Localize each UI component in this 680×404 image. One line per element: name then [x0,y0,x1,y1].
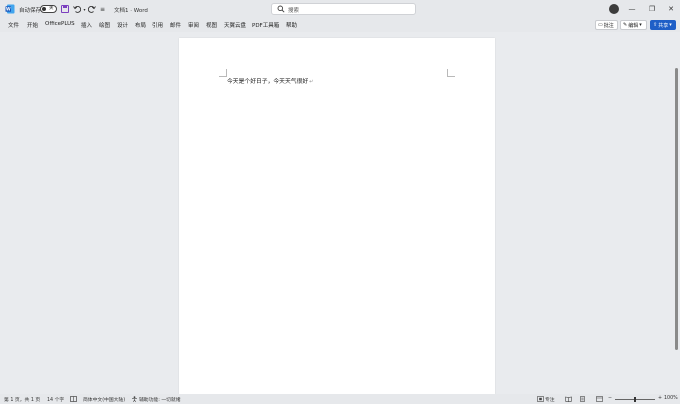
tab-layout[interactable]: 布局 [135,21,146,29]
vertical-scrollbar[interactable] [675,68,678,350]
tab-pdf-toolbox[interactable]: PDF工具箱 [252,21,279,29]
autosave-label: 自动保存 [19,8,42,14]
zoom-in-button[interactable]: + [658,396,662,401]
tab-home[interactable]: 开始 [27,21,38,29]
toggle-knob [42,7,46,11]
share-icon: ⇪ [653,22,658,28]
print-layout-icon[interactable] [579,396,586,402]
save-icon[interactable] [60,4,69,14]
language-status[interactable]: 简体中文(中国大陆) [83,396,125,403]
tab-references[interactable]: 引用 [152,21,163,29]
title-bar: W 自动保存 关 ▾ ≡ 文档1 · Word 搜索 — ❐ ✕ [0,0,680,18]
paragraph-mark: ↵ [309,79,314,85]
search-icon [277,5,285,13]
autosave-toggle[interactable]: 关 [40,5,57,13]
margin-corner-top-right [447,69,455,77]
margin-corner-top-left [219,69,227,77]
comments-label: 批注 [603,22,614,29]
document-title: 文档1 · Word [114,8,148,14]
document-body-text[interactable]: 今天是个好日子，今天天气很好↵ [227,76,313,85]
zoom-level[interactable]: 100% [664,396,678,401]
restore-button[interactable]: ❐ [645,3,659,15]
share-label: 共享 [658,22,669,29]
proofing-icon[interactable] [70,396,77,402]
chevron-down-icon: ▾ [639,22,642,28]
share-button[interactable]: ⇪ 共享 ▾ [650,20,676,30]
tab-insert[interactable]: 插入 [81,21,92,29]
autosave-state: 关 [49,6,54,11]
tab-design[interactable]: 设计 [117,21,128,29]
accessibility-status[interactable]: 辅助功能: 一切就绪 [139,396,181,403]
ribbon-tabs: 文件 开始 OfficePLUS 插入 绘图 设计 布局 引用 邮件 审阅 视图… [0,18,680,32]
zoom-out-button[interactable]: − [608,396,612,401]
tab-review[interactable]: 审阅 [188,21,199,29]
focus-mode-button[interactable]: 专注 [545,396,555,403]
comment-icon: ▭ [598,22,603,28]
document-canvas: 今天是个好日子，今天天气很好↵ [0,32,680,394]
editing-mode-button[interactable]: ✎ 编辑 ▾ [620,20,647,30]
document-page[interactable]: 今天是个好日子，今天天气很好↵ [179,38,495,394]
tab-view[interactable]: 视图 [206,21,217,29]
search-input[interactable]: 搜索 [271,3,416,15]
paragraph-text: 今天是个好日子，今天天气很好 [227,79,309,85]
tab-mailings[interactable]: 邮件 [170,21,181,29]
pencil-icon: ✎ [623,22,628,28]
comments-button[interactable]: ▭ 批注 [595,20,618,30]
chevron-down-icon: ▾ [669,22,672,28]
editing-label: 编辑 [628,22,639,29]
redo-icon[interactable] [87,4,96,14]
word-count[interactable]: 14 个字 [47,396,64,403]
minimize-button[interactable]: — [625,3,639,15]
account-avatar[interactable] [609,4,619,14]
customize-quick-access-icon[interactable]: ≡ [98,4,107,14]
tab-draw[interactable]: 绘图 [99,21,110,29]
zoom-slider-thumb[interactable] [634,397,636,402]
svg-text:W: W [6,7,11,12]
tab-file[interactable]: 文件 [8,21,19,29]
search-placeholder: 搜索 [288,8,300,14]
tab-cloud-drive[interactable]: 天翼云盘 [224,21,246,29]
page-info[interactable]: 第 1 页，共 1 页 [4,396,40,403]
close-button[interactable]: ✕ [664,3,678,15]
web-layout-icon[interactable] [596,396,603,402]
tab-officeplus[interactable]: OfficePLUS [45,21,75,27]
focus-icon [537,396,544,402]
tab-help[interactable]: 帮助 [286,21,297,29]
accessibility-icon [132,396,137,402]
status-bar: 第 1 页，共 1 页 14 个字 简体中文(中国大陆) 辅助功能: 一切就绪 … [0,394,680,404]
read-mode-icon[interactable] [565,396,572,402]
word-logo-icon: W [5,4,15,14]
